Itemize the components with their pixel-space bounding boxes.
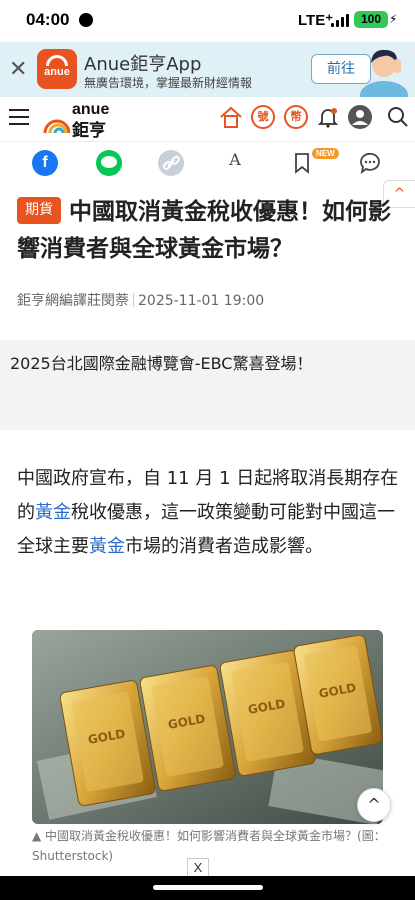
gold-link[interactable]: 黃金 [35,502,71,523]
share-toolbar: f A NEW [0,142,415,188]
app-install-banner: ✕ anue Anue鉅亨App 無廣告環境，掌握最新財經情報 前往 [0,42,415,97]
link-icon[interactable] [158,150,184,176]
circle-char-icon[interactable]: 號 [251,105,275,129]
app-banner-title: Anue鉅亨App [84,54,202,75]
author: 鉅亨網編譯莊閔萘 [17,293,129,309]
ad-close-button[interactable]: X [187,858,209,878]
search-icon[interactable] [386,105,410,129]
line-icon[interactable] [96,150,122,176]
publish-datetime: 2025-11-01 19:00 [138,293,265,309]
new-badge: NEW [312,148,339,159]
battery-icon: 100 [354,11,388,28]
charging-icon: ⚡ [389,12,398,26]
status-time: 04:00 [26,10,70,29]
logo-arcs-icon [43,119,70,133]
app-banner-subtitle: 無廣告環境，掌握最新財經情報 [84,76,253,90]
anue-logo[interactable]: anue 鉅亨 [42,101,117,141]
focus-mode-icon [79,13,93,27]
bell-icon[interactable] [316,105,340,129]
article-paragraph: 中國政府宣布，自 11 月 1 日起將取消長期存在的黃金稅收優惠，這一政策變動可… [17,468,399,557]
gold-link[interactable]: 黃金 [89,536,125,557]
menu-icon[interactable] [9,109,29,125]
mascot-illustration [360,49,408,97]
back-to-top-button[interactable]: ^ [357,788,391,822]
photo-caption: ▲ 中國取消黃金稅收優惠！如何影響消費者與全球黃金市場？(圖：Shutterst… [32,829,386,863]
circle-char-icon[interactable]: 幣 [284,105,308,129]
anue-app-logo: anue [37,49,77,89]
gold-bars-photo: GOLD GOLD GOLD GOLD [32,630,383,824]
brand-zh: 鉅亨 [72,121,106,141]
site-header: anue 鉅亨 號 幣 [0,97,415,142]
network-label: LTE⁺ [298,12,334,29]
promo-text: 2025台北國際金融博覽會-EBC驚喜登場！ [10,354,313,373]
home-indicator[interactable] [153,885,263,890]
article-meta: 鉅亨網編譯莊閔萘 2025-11-01 19:00 [17,290,264,310]
status-bar: 04:00 LTE⁺ 100 ⚡ [0,0,415,42]
user-icon[interactable] [348,105,372,129]
article-headline: 中國取消黃金稅收優惠！如何影響消費者與全球黃金市場？ [17,199,391,262]
font-size-icon[interactable]: A [222,150,248,176]
close-icon[interactable]: ✕ [9,57,27,82]
comment-icon[interactable] [357,150,383,176]
signal-icon [331,13,351,27]
promo-banner[interactable]: 2025台北國際金融博覽會-EBC驚喜登場！ [0,340,415,430]
facebook-icon[interactable]: f [32,150,58,176]
house-icon[interactable] [219,105,243,129]
